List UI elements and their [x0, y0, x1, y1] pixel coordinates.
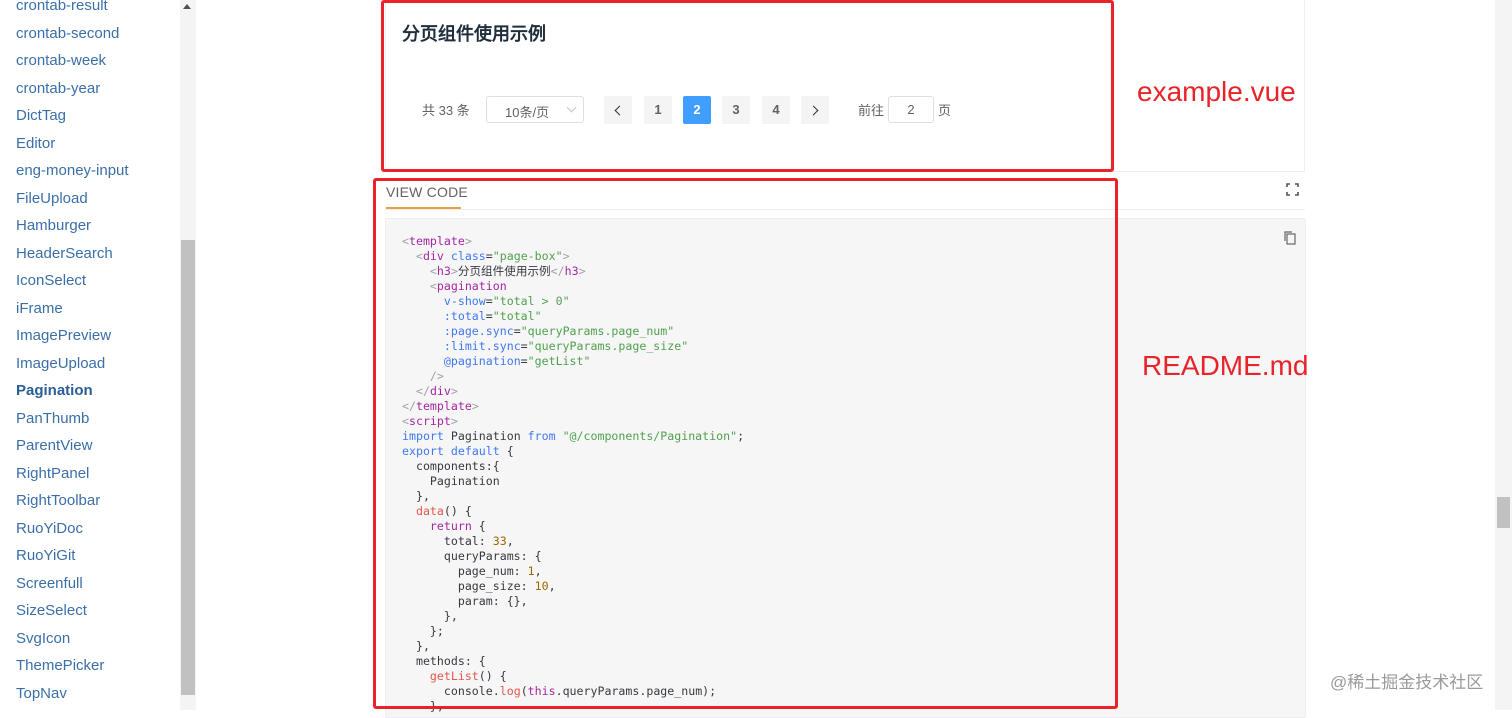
copy-icon[interactable]: [1284, 231, 1296, 245]
sidebar-item[interactable]: RuoYiDoc: [16, 519, 83, 539]
annotation-box-example: [381, 0, 1114, 172]
sidebar-item[interactable]: ThemePicker: [16, 656, 104, 676]
sidebar-item[interactable]: TopNav: [16, 684, 67, 704]
sidebar-item[interactable]: IconSelect: [16, 271, 86, 291]
sidebar-item[interactable]: Pagination: [16, 381, 93, 401]
sidebar-item[interactable]: RightPanel: [16, 464, 89, 484]
sidebar-item[interactable]: crontab-result: [16, 0, 108, 16]
sidebar-item[interactable]: RuoYiGit: [16, 546, 75, 566]
annotation-label-example: example.vue: [1137, 76, 1296, 107]
sidebar-scrollbar-thumb[interactable]: [181, 240, 195, 695]
page-scrollbar-thumb[interactable]: [1497, 497, 1510, 528]
annotation-box-readme: [373, 178, 1118, 709]
sidebar-item[interactable]: PanThumb: [16, 409, 89, 429]
sidebar-item[interactable]: crontab-second: [16, 24, 119, 44]
sidebar-item[interactable]: Screenfull: [16, 574, 83, 594]
fullscreen-icon[interactable]: [1286, 183, 1299, 196]
sidebar-item[interactable]: ImagePreview: [16, 326, 111, 346]
scroll-up-arrow-icon[interactable]: [183, 4, 191, 9]
sidebar-item[interactable]: iFrame: [16, 299, 63, 319]
annotation-label-readme: README.md: [1142, 350, 1309, 381]
sidebar-item[interactable]: Hamburger: [16, 216, 91, 236]
sidebar-item[interactable]: Editor: [16, 134, 55, 154]
sidebar-item[interactable]: SvgIcon: [16, 629, 70, 649]
sidebar-item[interactable]: SizeSelect: [16, 601, 87, 621]
sidebar: crontab-result crontab-second crontab-week…: [0, 0, 180, 710]
sidebar-item[interactable]: ImageUpload: [16, 354, 105, 374]
page-scrollbar[interactable]: [1495, 0, 1512, 710]
watermark: @稀土掘金技术社区: [1330, 673, 1484, 692]
sidebar-item[interactable]: crontab-year: [16, 79, 100, 99]
sidebar-item[interactable]: ParentView: [16, 436, 92, 456]
sidebar-item[interactable]: HeaderSearch: [16, 244, 113, 264]
sidebar-item[interactable]: DictTag: [16, 106, 66, 126]
sidebar-item[interactable]: FileUpload: [16, 189, 88, 209]
sidebar-item[interactable]: crontab-week: [16, 51, 106, 71]
sidebar-item[interactable]: RightToolbar: [16, 491, 100, 511]
sidebar-item[interactable]: eng-money-input: [16, 161, 129, 181]
